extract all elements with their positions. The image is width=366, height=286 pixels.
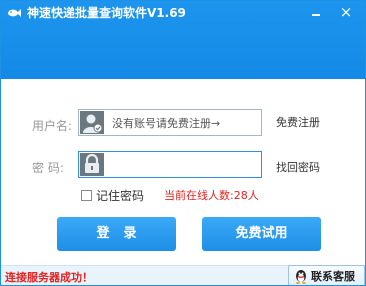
minimize-button[interactable] [301,1,331,23]
login-window: 神速快递批量查询软件V1.69 × 用户名: 没有账号请免费注册→ 免费注册 密… [0,0,366,286]
remember-checkbox[interactable] [81,190,92,201]
lock-icon [80,153,104,176]
register-link[interactable]: 免费注册 [276,114,320,130]
close-button[interactable]: × [331,1,361,23]
fish-icon [8,9,21,17]
window-title: 神速快递批量查询软件V1.69 [27,6,186,20]
status-bar: 连接服务器成功！ 联系客服 [1,265,365,285]
login-button[interactable]: 登录 [57,217,176,251]
password-input[interactable] [78,151,262,178]
password-label: 密 码: [32,161,64,175]
title-bar: 神速快递批量查询软件V1.69 × [1,1,365,79]
contact-service-button[interactable]: 联系客服 [288,265,365,285]
username-placeholder: 没有账号请免费注册→ [112,117,221,130]
online-count: 当前在线人数:28人 [164,189,259,202]
username-label: 用户名: [32,119,73,133]
status-text: 连接服务器成功！ [5,271,93,284]
free-trial-button[interactable]: 免费试用 [202,217,321,251]
minimize-icon [312,14,320,16]
user-avatar-icon [80,111,104,134]
username-input[interactable]: 没有账号请免费注册→ [78,109,262,136]
forgot-password-link[interactable]: 找回密码 [276,159,320,175]
qq-penguin-icon [296,270,306,284]
contact-service-label: 联系客服 [311,270,355,283]
remember-label[interactable]: 记住密码 [96,187,144,204]
login-form: 用户名: 没有账号请免费注册→ 免费注册 密 码: 找回密码 记住密码 当前在线… [1,79,365,265]
